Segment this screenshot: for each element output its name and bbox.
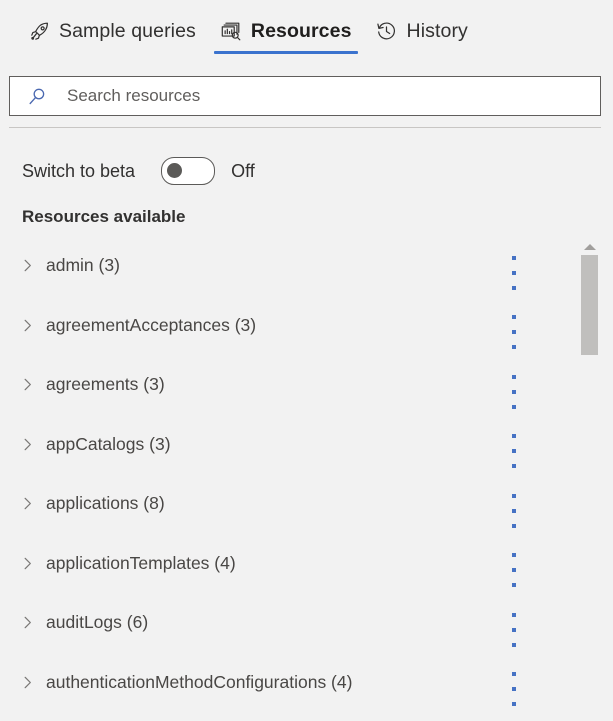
tab-underline bbox=[214, 51, 358, 54]
tab-resources[interactable]: Resources bbox=[208, 0, 364, 62]
chevron-right-icon[interactable] bbox=[18, 614, 36, 632]
list-item-label: applications (8) bbox=[46, 493, 165, 514]
tab-sample-queries[interactable]: Sample queries bbox=[16, 0, 208, 62]
resources-scrollbar[interactable] bbox=[578, 238, 601, 721]
resources-chart-search-icon bbox=[220, 20, 242, 42]
search-resources-box[interactable] bbox=[9, 76, 601, 116]
search-icon bbox=[19, 86, 55, 107]
chevron-right-icon[interactable] bbox=[18, 554, 36, 572]
tab-label: Resources bbox=[251, 20, 352, 42]
more-options-icon[interactable] bbox=[506, 434, 522, 468]
list-item-label: admin (3) bbox=[46, 255, 120, 276]
section-divider bbox=[9, 127, 601, 128]
list-item[interactable]: admin (3) bbox=[0, 236, 575, 296]
resources-list: admin (3) agreementAcceptances (3) agree… bbox=[0, 236, 575, 721]
chevron-right-icon[interactable] bbox=[18, 376, 36, 394]
list-item-label: agreements (3) bbox=[46, 374, 165, 395]
list-item-label: auditLogs (6) bbox=[46, 612, 148, 633]
search-input[interactable] bbox=[55, 77, 600, 115]
tab-strip: Sample queries Resources bbox=[0, 0, 613, 62]
chevron-right-icon[interactable] bbox=[18, 673, 36, 691]
switch-to-beta-row: Switch to beta Off bbox=[22, 155, 255, 187]
list-item[interactable]: agreements (3) bbox=[0, 355, 575, 415]
toggle-knob bbox=[167, 163, 182, 178]
rocket-icon bbox=[28, 20, 50, 42]
scrollbar-track[interactable] bbox=[578, 255, 601, 721]
resources-available-heading: Resources available bbox=[22, 207, 185, 227]
tab-underline bbox=[370, 51, 474, 54]
list-item-label: applicationTemplates (4) bbox=[46, 553, 236, 574]
more-options-icon[interactable] bbox=[506, 315, 522, 349]
tab-history[interactable]: History bbox=[364, 0, 480, 62]
more-options-icon[interactable] bbox=[506, 613, 522, 647]
list-item-label: appCatalogs (3) bbox=[46, 434, 171, 455]
list-item[interactable]: auditLogs (6) bbox=[0, 593, 575, 653]
toggle-state-label: Off bbox=[231, 161, 255, 182]
more-options-icon[interactable] bbox=[506, 494, 522, 528]
list-item[interactable]: authenticationMethodConfigurations (4) bbox=[0, 653, 575, 713]
scrollbar-thumb[interactable] bbox=[581, 255, 598, 355]
chevron-right-icon[interactable] bbox=[18, 316, 36, 334]
chevron-up-icon bbox=[584, 244, 596, 250]
chevron-right-icon[interactable] bbox=[18, 435, 36, 453]
tab-label: History bbox=[407, 20, 468, 42]
history-clock-icon bbox=[376, 20, 398, 42]
more-options-icon[interactable] bbox=[506, 256, 522, 290]
list-item[interactable]: appCatalogs (3) bbox=[0, 415, 575, 475]
more-options-icon[interactable] bbox=[506, 553, 522, 587]
scroll-up-button[interactable] bbox=[578, 238, 601, 255]
tab-underline bbox=[22, 51, 202, 54]
switch-to-beta-toggle[interactable] bbox=[161, 157, 215, 185]
chevron-right-icon[interactable] bbox=[18, 495, 36, 513]
list-item[interactable]: agreementAcceptances (3) bbox=[0, 296, 575, 356]
list-item-label: agreementAcceptances (3) bbox=[46, 315, 256, 336]
switch-to-beta-label: Switch to beta bbox=[22, 161, 135, 182]
more-options-icon[interactable] bbox=[506, 375, 522, 409]
list-item[interactable]: applications (8) bbox=[0, 474, 575, 534]
list-item[interactable]: applicationTemplates (4) bbox=[0, 534, 575, 594]
tab-label: Sample queries bbox=[59, 20, 196, 42]
more-options-icon[interactable] bbox=[506, 672, 522, 706]
list-item-label: authenticationMethodConfigurations (4) bbox=[46, 672, 352, 693]
chevron-right-icon[interactable] bbox=[18, 257, 36, 275]
